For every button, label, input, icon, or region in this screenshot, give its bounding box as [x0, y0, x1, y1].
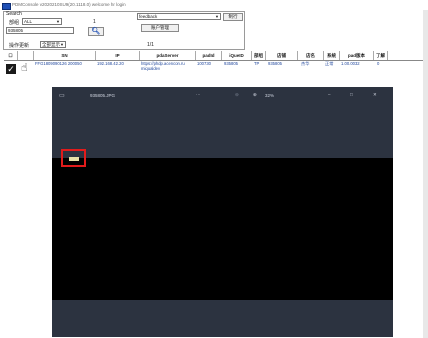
window-title: PDMConsole v2020210SU9(20.1118.0) welcom… — [12, 2, 126, 7]
user-label: 部组 — [9, 20, 20, 26]
row-padid: 100730 — [197, 61, 211, 66]
close-button[interactable]: ✕ — [373, 92, 377, 98]
row-storename: 杰华 — [301, 61, 310, 66]
header-padid[interactable]: padId — [196, 51, 222, 60]
header-checkbox[interactable]: ☐ — [4, 51, 18, 60]
header-store[interactable]: 店铺 — [266, 51, 298, 60]
header-ip[interactable]: IP — [96, 51, 140, 60]
run-button[interactable]: 制行 — [223, 13, 243, 21]
chevron-down-icon: ▼ — [56, 19, 60, 24]
search-icon: 🔍︎ — [91, 28, 101, 35]
highlight-box — [61, 149, 86, 167]
image-viewer-window[interactable]: ▭ 935805.JPG ··· ⊖ ⊕ 32% – □ ✕ — [52, 87, 393, 337]
header-iqueid[interactable]: iQueID — [222, 51, 252, 60]
minimize-button[interactable]: – — [328, 92, 331, 97]
header-pdaserver[interactable]: pdaServer — [140, 51, 196, 60]
account-manage-button[interactable]: 账户管理 — [141, 24, 179, 32]
header-system[interactable]: 系统 — [324, 51, 340, 60]
zoom-out-icon[interactable]: ⊖ — [235, 92, 239, 98]
row-sn: FFG1809090126 200050 — [35, 61, 82, 66]
grid-header: ☐ SN IP pdaServer padId iQueID 部组 店铺 店名 … — [4, 51, 424, 61]
viewer-filename: 935805.JPG — [90, 93, 116, 98]
search-group-label: Search — [6, 11, 22, 17]
header-version[interactable]: pad版本 — [340, 51, 374, 60]
gallery-icon[interactable]: ▭ — [59, 92, 65, 99]
header-group[interactable]: 部组 — [252, 51, 266, 60]
row-ip: 192.168.42.20 — [97, 61, 124, 66]
id-input[interactable]: 935805 — [6, 27, 74, 34]
header-sn[interactable]: SN — [34, 51, 96, 60]
app-icon — [2, 3, 11, 10]
maximize-button[interactable]: □ — [350, 92, 353, 97]
scope-select-value: 全部显示 — [42, 42, 60, 47]
hand-pointer-icon: ☝︎ — [21, 62, 28, 74]
feedback-select-value: feedback — [139, 14, 158, 19]
row-store: 935805 — [268, 61, 282, 66]
viewer-bottom-band — [52, 300, 393, 337]
table-row[interactable]: ✓ ☝︎ FFG1809090126 200050 192.168.42.20 … — [4, 61, 424, 77]
scope-label: 操作更新 — [9, 43, 30, 49]
feedback-select[interactable]: feedback ▼ — [137, 13, 221, 20]
user-select[interactable]: ALL ▼ — [22, 18, 62, 25]
header-extra[interactable]: 了解 — [374, 51, 388, 60]
header-storename[interactable]: 店名 — [298, 51, 324, 60]
chevron-down-icon: ▼ — [215, 14, 219, 19]
page-indicator: 1/1 — [147, 42, 154, 48]
highlighted-region — [69, 157, 79, 161]
header-flag — [18, 51, 34, 60]
row-extra: 0 — [377, 61, 380, 66]
zoom-in-icon[interactable]: ⊕ — [253, 92, 257, 98]
row-iqueid: 935805 — [224, 61, 238, 66]
more-options-icon[interactable]: ··· — [196, 92, 201, 97]
scope-select[interactable]: 全部显示 ▼ — [40, 41, 66, 48]
spin-value[interactable]: 1 — [93, 19, 96, 25]
zoom-level: 32% — [265, 93, 275, 98]
row-group: TP — [254, 61, 260, 66]
row-system: 正常 — [325, 61, 334, 66]
search-button[interactable]: 🔍︎ — [88, 27, 104, 36]
row-checkbox[interactable]: ✓ — [6, 64, 16, 74]
user-select-value: ALL — [24, 19, 33, 24]
row-pdaserver: https://phdp.acencon.ru miqualdev — [141, 61, 185, 71]
window-frame — [423, 10, 428, 338]
row-version: 1.00.0032 — [341, 61, 360, 66]
viewer-top-band: ▭ 935805.JPG ··· ⊖ ⊕ 32% – □ ✕ — [52, 87, 393, 158]
chevron-down-icon: ▼ — [60, 42, 64, 47]
title-bar: PDMConsole v2020210SU9(20.1118.0) welcom… — [0, 0, 428, 10]
